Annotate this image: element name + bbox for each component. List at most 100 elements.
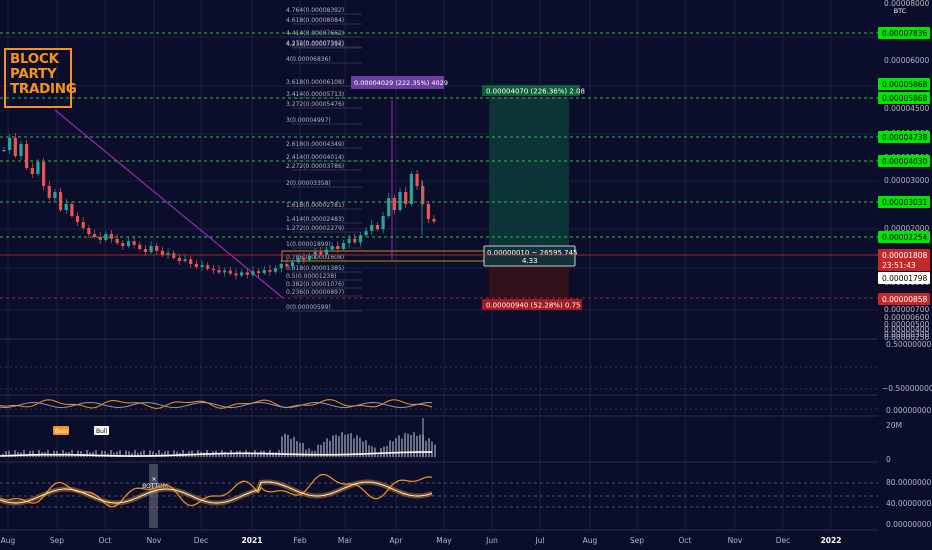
candle [25,144,29,168]
block-party-trading-logo: BLOCK PARTY TRADING [4,48,77,108]
time-tick: May [436,536,452,545]
green-level-value: 0.00004738 [882,133,928,142]
candle [290,262,295,267]
time-tick: Oct [99,536,112,545]
volume-bar [410,434,412,457]
candle [8,138,12,150]
volume-bar [305,449,307,457]
entry-label: 0.00000010 ~ 26595.745 [487,249,577,257]
candle [353,238,357,243]
volume-bar [416,435,418,457]
volume-bar [404,433,406,457]
candle [160,250,165,255]
volume-bar [23,450,25,457]
fib-label: 2.414(0.00004014) [286,154,344,161]
signal-band [149,464,158,528]
fib-label: 0.382(0.00001076) [286,281,344,288]
volume-bar [80,451,82,457]
measure-label: 0.00004029 (222.35%) 4029 [354,79,448,87]
candle [172,253,176,258]
volume-bar [233,453,235,457]
volume-bar [182,450,184,457]
volume-bar [419,434,421,457]
fib-label: 4.236(0.00007316) [286,41,344,48]
volume-bar [32,450,34,457]
green-level-value: 0.00005868 [882,80,928,89]
volume-bar [395,437,397,457]
candle [285,264,289,267]
candle [155,246,159,251]
candle [398,192,402,210]
volume-bar [383,446,385,457]
candle [268,270,272,272]
volume-bar [218,454,220,457]
candle [53,192,57,198]
candle [109,234,114,239]
time-tick: Aug [1,536,16,545]
candle [381,216,385,230]
time-tick: Dec [776,536,791,545]
fib-label: 1.272(0.00002279) [286,225,344,232]
fib-label: 0.618(0.00001385) [286,265,344,272]
unit-label: BTC [894,7,907,15]
bull-label: Bull [96,428,108,435]
volume-bar [257,453,259,457]
candle [87,228,91,234]
fib-label: 0(0.00000599) [286,304,331,311]
green-level-value: 0.00002254 [882,233,928,242]
fib-label: 0.236(0.00000897) [286,289,344,296]
candle [336,246,340,249]
candle [92,234,97,237]
time-tick: Feb [293,536,307,545]
logo-line: BLOCK [10,51,59,67]
chart-background [0,0,932,550]
target-zone [489,97,569,255]
candle [375,225,380,230]
volume-bar [335,434,337,457]
candle [132,241,136,245]
volume-bar [389,440,391,457]
volume-bar [377,454,379,457]
candle [138,244,142,249]
fib-label: 2.618(0.00004349) [286,141,344,148]
candle [143,249,148,252]
price-axis[interactable]: BTC0.000080000.000070000.000060000.00005… [878,0,932,550]
volume-bar [374,447,376,457]
time-tick: Nov [147,536,162,545]
fib-label: 2.272(0.00003786) [286,163,344,170]
indicator1-tick: 0.50000000 [886,340,932,349]
candle [217,270,221,273]
fib-label: 1.618(0.00002781) [286,202,344,209]
btc-chart[interactable]: 4.764(0.00008392) 4.618(0.00008084) 4.414(… [0,0,932,550]
fib-label: 3.414(0.00005713) [286,91,344,98]
candle [364,231,368,236]
indicator1-tick: −0.50000000 [882,384,932,393]
candle [126,241,131,246]
candle [426,204,430,219]
candle [200,265,204,267]
volume-bar [347,433,349,457]
candle [206,265,210,269]
time-axis[interactable]: Aug Sep Oct Nov Dec 2021 Feb Mar Apr May Jun Jul Aug… [0,531,932,550]
logo-line: PARTY [10,66,57,82]
time-tick: Nov [728,536,743,545]
volume-bar [224,451,226,457]
target-label: 0.00004070 (226.36%) 2.08 [486,88,585,96]
candle [330,246,334,250]
volume-bar [332,435,334,457]
candle [341,243,346,249]
candle [81,222,85,228]
indicator4-tick: 80.00000000 [886,478,932,487]
volume-tick: 20M [886,421,902,430]
volume-bar [371,446,373,457]
candle [392,198,396,210]
volume-bar [77,450,79,457]
volume-bar [434,444,436,457]
candle [30,168,34,174]
green-level-value: 0.00003031 [882,198,928,207]
price-tick: 0.00004500 [884,104,930,113]
fib-label: 4.618(0.00008084) [286,17,344,24]
volume-bar [266,454,268,457]
volume-bar [176,451,178,457]
time-tick: Aug [583,536,598,545]
